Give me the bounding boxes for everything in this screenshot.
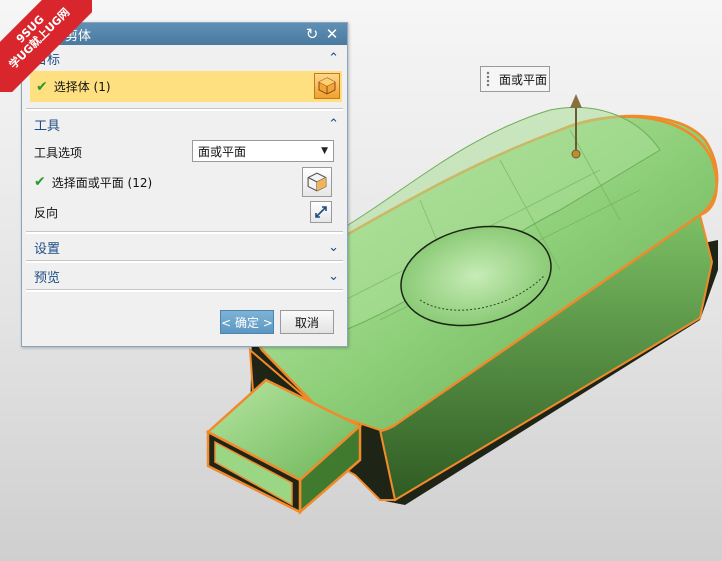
tool-section: 工具 ⌃ 工具选项 面或平面 ▼ ✔ 选择面或平面 (12) 反向 — [22, 111, 347, 227]
reverse-row: 反向 — [22, 197, 347, 227]
ok-button[interactable]: < 确定 > — [220, 310, 274, 334]
dialog-footer: < 确定 > 取消 — [22, 300, 347, 346]
face-callout: 面或平面 — [480, 66, 550, 92]
face-cube-icon — [307, 172, 327, 192]
tool-option-label: 工具选项 — [34, 145, 83, 160]
settings-section-header[interactable]: 设置 ⌄ — [22, 234, 347, 260]
select-face-label: 选择面或平面 (12) — [51, 175, 153, 190]
chevron-down-icon: ⌄ — [328, 239, 339, 255]
solid-cube-icon — [318, 77, 336, 95]
preview-label: 预览 — [34, 270, 61, 286]
tool-option-value: 面或平面 — [198, 144, 247, 159]
select-body-row[interactable]: ✔ 选择体 (1) — [30, 71, 342, 102]
cancel-button[interactable]: 取消 — [280, 310, 334, 334]
trim-body-dialog: 修剪体 ↻ ✕ 目标 ⌃ ✔ 选择体 (1) 工具 ⌃ 工具选项 面或平面 ▼ … — [21, 22, 348, 347]
callout-label: 面或平面 — [499, 72, 548, 87]
tool-option-dropdown[interactable]: 面或平面 ▼ — [192, 140, 334, 162]
section-divider — [26, 289, 343, 292]
preview-section-header[interactable]: 预览 ⌄ — [22, 263, 347, 289]
chevron-up-icon: ⌃ — [328, 50, 339, 66]
target-section: 目标 ⌃ ✔ 选择体 (1) — [22, 45, 347, 102]
close-icon[interactable]: ✕ — [323, 25, 341, 43]
checkmark-icon: ✔ — [36, 78, 48, 95]
reverse-direction-icon — [315, 206, 327, 218]
grip-icon — [486, 71, 490, 87]
select-body-button[interactable] — [314, 73, 340, 99]
checkmark-icon: ✔ — [34, 174, 46, 190]
tool-section-header[interactable]: 工具 ⌃ — [22, 111, 347, 137]
target-section-header[interactable]: 目标 ⌃ — [22, 45, 347, 71]
reverse-label: 反向 — [34, 205, 59, 220]
dialog-titlebar[interactable]: 修剪体 ↻ ✕ — [22, 23, 347, 45]
tool-option-row: 工具选项 面或平面 ▼ — [22, 137, 347, 167]
select-face-row[interactable]: ✔ 选择面或平面 (12) — [22, 167, 347, 197]
chevron-up-icon: ⌃ — [328, 116, 339, 132]
reverse-direction-button[interactable] — [310, 201, 332, 223]
reset-icon[interactable]: ↻ — [303, 25, 321, 43]
select-body-label: 选择体 (1) — [53, 80, 111, 94]
dropdown-arrow-icon: ▼ — [321, 146, 328, 156]
settings-label: 设置 — [34, 241, 61, 257]
tool-section-label: 工具 — [34, 118, 61, 134]
dialog-title: 修剪体 — [52, 28, 92, 44]
select-face-button[interactable] — [302, 167, 332, 197]
target-section-label: 目标 — [34, 52, 61, 68]
chevron-down-icon: ⌄ — [328, 268, 339, 284]
